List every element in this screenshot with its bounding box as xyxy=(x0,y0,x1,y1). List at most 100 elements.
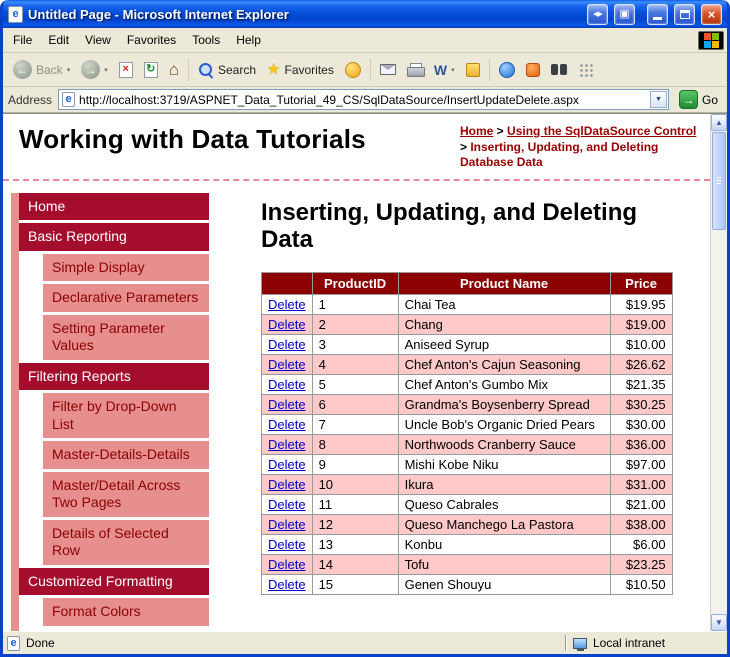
menu-item-tools[interactable]: Tools xyxy=(184,29,228,51)
delete-link[interactable]: Delete xyxy=(268,497,306,512)
research-binoculars-icon xyxy=(550,64,567,75)
stop-icon: × xyxy=(118,61,133,78)
sidebar-item-master-details-details[interactable]: Master-Details-Details xyxy=(43,441,209,469)
delete-link[interactable]: Delete xyxy=(268,477,306,492)
word-icon: W xyxy=(433,61,448,78)
sidebar-item-filtering-reports[interactable]: Filtering Reports xyxy=(19,362,209,391)
breadcrumb-link-sqldatasource[interactable]: Using the SqlDataSource Control xyxy=(507,124,696,138)
search-icon xyxy=(198,62,214,78)
cell-productname: Tofu xyxy=(397,553,611,575)
go-button[interactable]: → Go xyxy=(675,90,722,109)
sidebar-item-setting-parameter-values[interactable]: Setting Parameter Values xyxy=(43,314,209,360)
delete-link[interactable]: Delete xyxy=(268,297,306,312)
messenger-button[interactable] xyxy=(494,58,520,82)
cell-delete: Delete xyxy=(261,493,313,515)
scrollbar-track[interactable] xyxy=(711,231,727,614)
favicon-e-glyph: e xyxy=(65,93,72,105)
maximize-button[interactable] xyxy=(674,3,695,25)
menu-item-file[interactable]: File xyxy=(5,29,40,51)
monitor-button[interactable]: ▣ xyxy=(614,3,635,25)
minimize-button[interactable] xyxy=(647,3,668,25)
back-button[interactable]: ← Back ▾ xyxy=(8,56,75,83)
favorites-label: Favorites xyxy=(284,62,334,77)
delete-link[interactable]: Delete xyxy=(268,317,306,332)
research-button[interactable] xyxy=(546,60,572,79)
cell-productname: Queso Manchego La Pastora xyxy=(397,513,611,535)
dropdown-arrow-icon: ▼ xyxy=(655,96,662,103)
sidebar-item-format-colors[interactable]: Format Colors xyxy=(43,598,209,626)
home-button[interactable]: ⌂ xyxy=(164,57,184,82)
cell-price: $36.00 xyxy=(609,433,673,455)
forward-button[interactable]: → ▾ xyxy=(76,56,113,83)
menu-item-view[interactable]: View xyxy=(77,29,119,51)
menu-item-favorites[interactable]: Favorites xyxy=(119,29,184,51)
delete-link[interactable]: Delete xyxy=(268,557,306,572)
sidebar-item-filter-by-drop-down-list[interactable]: Filter by Drop-Down List xyxy=(43,393,209,439)
delete-link[interactable]: Delete xyxy=(268,537,306,552)
delete-link[interactable]: Delete xyxy=(268,377,306,392)
toolbar-separator xyxy=(488,58,490,81)
sidebar-item-details-of-selected-row[interactable]: Details of Selected Row xyxy=(43,519,209,565)
cell-price: $30.00 xyxy=(609,413,673,435)
address-dropdown-button[interactable]: ▼ xyxy=(649,91,667,108)
breadcrumb-separator: > xyxy=(493,124,508,138)
monitor-swap-button[interactable]: ◀▶ xyxy=(587,3,608,25)
refresh-icon: ↻ xyxy=(143,61,158,78)
delete-link[interactable]: Delete xyxy=(268,417,306,432)
delete-link[interactable]: Delete xyxy=(268,397,306,412)
refresh-button[interactable]: ↻ xyxy=(139,58,163,82)
grid-body: Delete 1 Chai Tea $19.95 Delete 2 Chang $19.00 D… xyxy=(261,293,673,595)
scroll-down-button[interactable]: ▼ xyxy=(711,614,727,631)
breadcrumb-link-home[interactable]: Home xyxy=(460,124,493,138)
delete-link[interactable]: Delete xyxy=(268,437,306,452)
cell-delete: Delete xyxy=(261,533,313,555)
cell-price: $21.35 xyxy=(609,373,673,395)
scrollbar-thumb[interactable] xyxy=(712,132,726,230)
delete-link[interactable]: Delete xyxy=(268,457,306,472)
sidebar-item-simple-display[interactable]: Simple Display xyxy=(43,253,209,282)
table-row: Delete 1 Chai Tea $19.95 xyxy=(261,293,673,315)
menu-item-help[interactable]: Help xyxy=(228,29,269,51)
titlebar[interactable]: e Untitled Page - Microsoft Internet Exp… xyxy=(3,0,727,28)
cell-productid: 10 xyxy=(311,473,399,495)
cell-price: $19.95 xyxy=(609,293,673,315)
page-favicon: e xyxy=(62,92,76,107)
grid-col-header-price: Price xyxy=(609,271,673,295)
scroll-up-button[interactable]: ▲ xyxy=(711,114,727,131)
sidebar-item-master-detail-across-two-pages[interactable]: Master/Detail Across Two Pages xyxy=(43,471,209,517)
delete-link[interactable]: Delete xyxy=(268,577,306,592)
cell-productname: Chef Anton's Cajun Seasoning xyxy=(397,353,611,375)
msn-button[interactable] xyxy=(521,59,545,81)
table-row: Delete 6 Grandma's Boysenberry Spread $30.2… xyxy=(261,393,673,415)
forward-arrow-glyph: → xyxy=(84,62,97,77)
search-button[interactable]: Search xyxy=(193,58,261,82)
sidebar-item-declarative-parameters[interactable]: Declarative Parameters xyxy=(43,284,209,312)
status-page-icon: e xyxy=(7,635,20,651)
messenger-globe-icon xyxy=(498,61,515,78)
address-bar: Address e http://localhost:3719/ASPNET_D… xyxy=(3,87,727,113)
discuss-button[interactable] xyxy=(461,59,485,81)
delete-link[interactable]: Delete xyxy=(268,337,306,352)
table-row: Delete 5 Chef Anton's Gumbo Mix $21.35 xyxy=(261,373,673,395)
sidebar-item-home[interactable]: Home xyxy=(19,192,209,221)
page-content: Working with Data Tutorials Home > Using… xyxy=(3,113,727,631)
address-input[interactable]: e http://localhost:3719/ASPNET_Data_Tuto… xyxy=(58,89,669,110)
menu-bar: File Edit View Favorites Tools Help xyxy=(3,28,727,53)
toolbar-options-button[interactable] xyxy=(573,58,598,81)
back-label: Back xyxy=(36,62,63,77)
delete-link[interactable]: Delete xyxy=(268,357,306,372)
media-button[interactable] xyxy=(340,58,366,82)
menu-item-edit[interactable]: Edit xyxy=(40,29,77,51)
address-label: Address xyxy=(8,92,53,107)
sidebar-item-basic-reporting[interactable]: Basic Reporting xyxy=(19,223,209,251)
sidebar-item-customized-formatting[interactable]: Customized Formatting xyxy=(19,567,209,596)
stop-button[interactable]: × xyxy=(114,58,138,82)
edit-word-button[interactable]: W ▾ xyxy=(429,59,460,81)
mail-button[interactable] xyxy=(375,60,401,79)
close-button[interactable]: × xyxy=(701,3,722,25)
vertical-scrollbar[interactable]: ▲ ▼ xyxy=(710,114,727,631)
cell-delete: Delete xyxy=(261,553,313,575)
delete-link[interactable]: Delete xyxy=(268,517,306,532)
favorites-button[interactable]: ★ Favorites xyxy=(262,58,339,81)
print-button[interactable] xyxy=(402,59,428,80)
